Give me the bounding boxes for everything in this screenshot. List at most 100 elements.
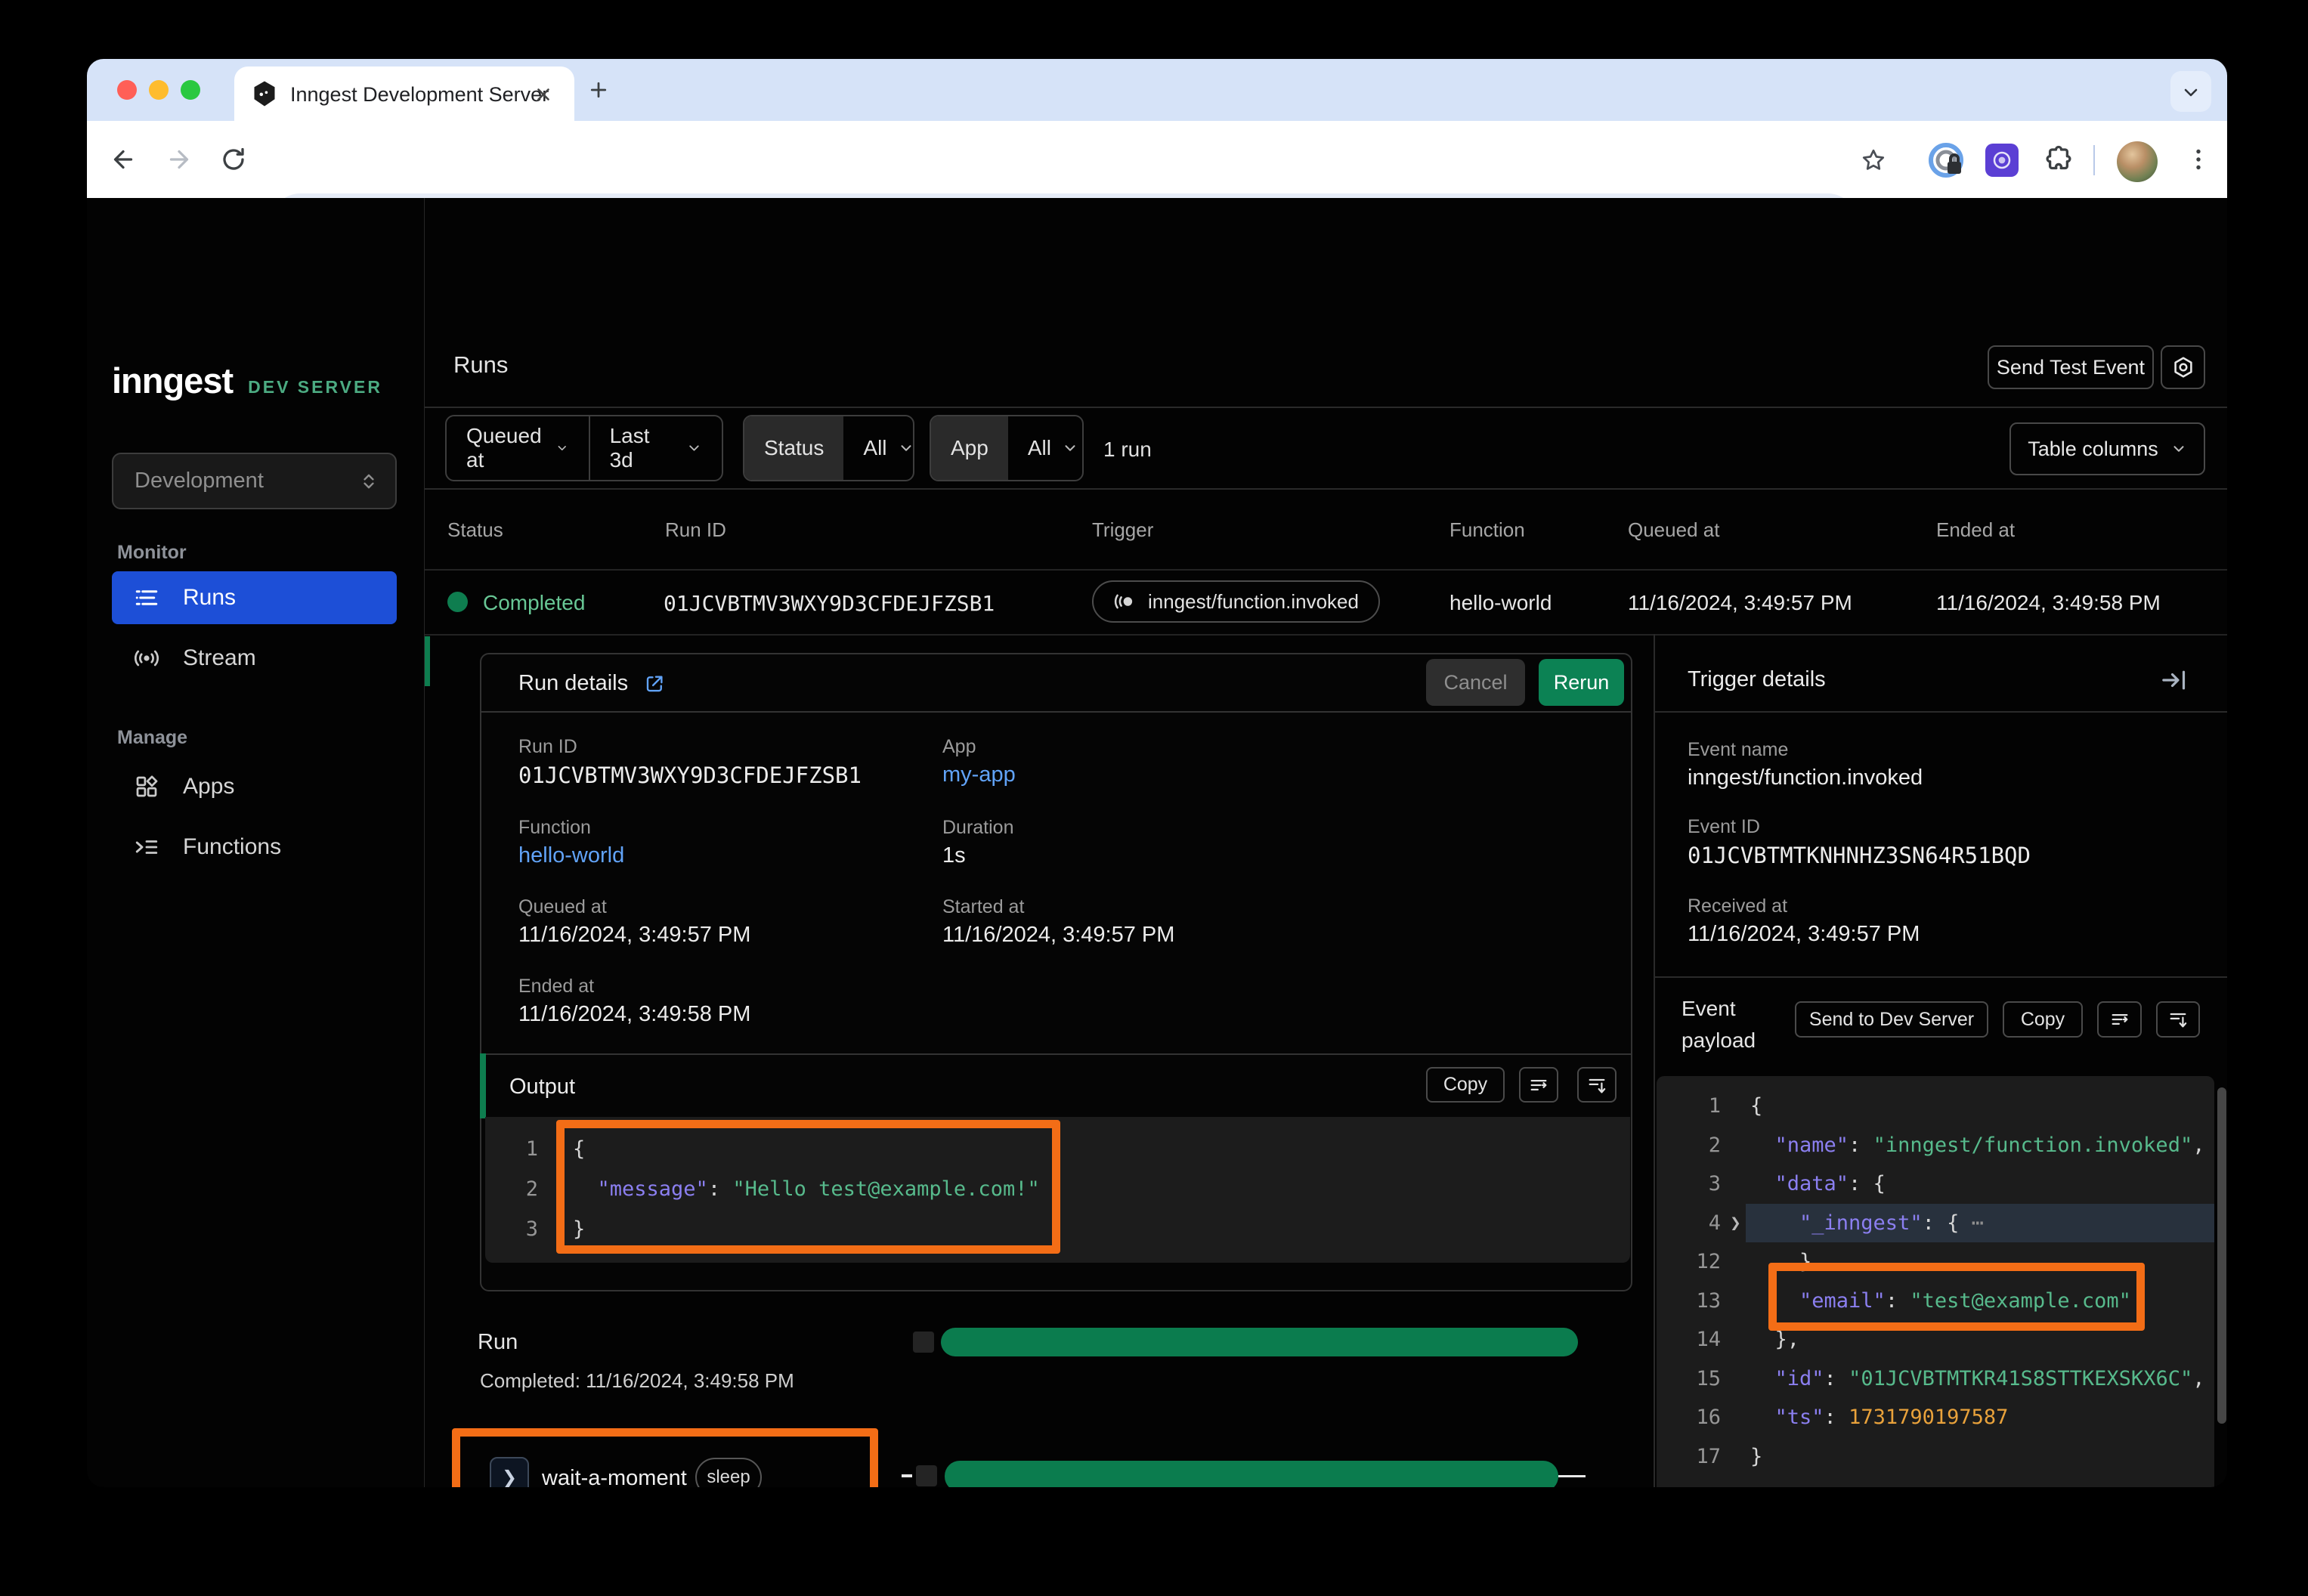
send-test-event-label: Send Test Event: [1997, 356, 2145, 379]
code-line: 16 "ts": 1731790197587: [1657, 1398, 2214, 1437]
dev-server-badge: DEV SERVER: [248, 377, 382, 397]
time-field-dropdown[interactable]: Queued at: [447, 416, 589, 480]
app-filter-value-cell[interactable]: All: [1008, 416, 1084, 480]
trigger-pill[interactable]: inngest/function.invoked: [1092, 580, 1380, 623]
extensions-puzzle-icon[interactable]: [2043, 144, 2074, 176]
tab-search-button[interactable]: [2170, 71, 2211, 112]
rerun-button[interactable]: Rerun: [1539, 659, 1624, 706]
time-field-filter[interactable]: Queued at Last 3d: [445, 415, 723, 481]
table-row[interactable]: Completed 01JCVBTMV3WXY9D3CFDEJFZSB1 inn…: [425, 570, 2227, 634]
step-bar-end-tick: [1558, 1475, 1586, 1477]
close-tab-icon[interactable]: [534, 85, 553, 104]
sidebar-item-stream[interactable]: Stream: [112, 632, 397, 685]
rerun-label: Rerun: [1554, 671, 1610, 694]
step-kind-label: sleep: [707, 1467, 750, 1487]
copy-output-button[interactable]: Copy: [1426, 1067, 1505, 1103]
app-filter[interactable]: App All: [930, 415, 1084, 481]
sidebar-item-runs[interactable]: Runs: [112, 571, 397, 624]
new-tab-icon[interactable]: [587, 79, 610, 101]
runs-icon: [133, 584, 160, 611]
code-token: "message": [573, 1177, 708, 1201]
avatar[interactable]: [2117, 141, 2158, 182]
send-test-event-button[interactable]: Send Test Event: [1988, 345, 2154, 389]
code-line: 12 },: [1657, 1242, 2214, 1282]
traffic-minimize-button[interactable]: [149, 80, 169, 100]
chevron-down-icon: [2170, 441, 2187, 457]
sidebar-item-functions[interactable]: Functions: [112, 821, 397, 874]
password-manager-icon[interactable]: [1928, 142, 1964, 178]
app-filter-label: App: [951, 436, 988, 460]
browser-tab[interactable]: Inngest Development Server: [234, 66, 574, 121]
table-columns-button[interactable]: Table columns: [2009, 422, 2205, 475]
code-token: },: [1750, 1250, 1824, 1273]
function-link[interactable]: hello-world: [518, 843, 624, 868]
column-header-queued-at[interactable]: Queued at: [1628, 518, 1719, 542]
step-bar-start-tick: [902, 1474, 912, 1477]
reload-icon[interactable]: [220, 146, 247, 173]
code-token: :: [1849, 1172, 1873, 1195]
settings-button[interactable]: [2161, 345, 2205, 389]
send-to-dev-server-button[interactable]: Send to Dev Server: [1795, 1001, 1988, 1038]
sidebar-item-label: Stream: [183, 645, 256, 671]
external-link-icon[interactable]: [643, 673, 666, 695]
code-content: }: [1750, 1445, 1762, 1468]
collapse-panel-icon[interactable]: [2159, 665, 2189, 695]
column-header-status[interactable]: Status: [447, 518, 503, 542]
chevron-down-icon: [2181, 83, 2201, 101]
chevron-down-icon: [686, 440, 702, 456]
code-token: "test@example.com": [1910, 1289, 2131, 1313]
app-link[interactable]: my-app: [942, 762, 1016, 787]
column-header-ended-at[interactable]: Ended at: [1936, 518, 2015, 542]
manage-section-label: Manage: [117, 727, 187, 749]
payload-scrollbar-thumb[interactable]: [2217, 1087, 2226, 1424]
expand-step-button[interactable]: ❯: [490, 1457, 529, 1487]
wrap-text-button[interactable]: [1519, 1067, 1558, 1103]
environment-select-value: Development: [135, 469, 359, 493]
browser-menu-icon[interactable]: [2185, 146, 2212, 173]
traffic-close-button[interactable]: [117, 80, 137, 100]
extension-icon[interactable]: [1985, 144, 2019, 177]
fold-arrow-icon[interactable]: ❯: [1721, 1212, 1750, 1233]
environment-select[interactable]: Development: [112, 453, 397, 509]
code-content: "name": "inngest/function.invoked",: [1750, 1134, 2204, 1157]
step-name: wait-a-moment: [542, 1466, 687, 1487]
status-filter[interactable]: Status All: [743, 415, 914, 481]
code-content: "message": "Hello test@example.com!": [573, 1177, 1040, 1201]
header-divider: [425, 407, 2227, 408]
row-divider: [425, 634, 2227, 636]
forward-icon[interactable]: [166, 146, 193, 173]
code-line: 4❯ "_inngest": { ⋯: [1657, 1204, 2214, 1243]
collapse-output-button[interactable]: [1577, 1067, 1617, 1103]
collapse-payload-button[interactable]: [2156, 1001, 2200, 1038]
code-token: }: [573, 1217, 585, 1241]
page-title: Runs: [453, 351, 508, 379]
code-token: :: [1824, 1367, 1849, 1390]
cancel-button[interactable]: Cancel: [1426, 659, 1525, 706]
bookmark-star-icon[interactable]: [1860, 147, 1887, 174]
code-token: "inngest/function.invoked": [1873, 1134, 2193, 1157]
run-bar-queue-segment: [913, 1332, 934, 1353]
code-token: "_inngest": [1750, 1211, 1923, 1235]
event-payload-title-line1: Event: [1681, 993, 1756, 1025]
copy-payload-button[interactable]: Copy: [2003, 1001, 2083, 1038]
monitor-section-label: Monitor: [117, 542, 187, 564]
duration-value: 1s: [942, 843, 966, 868]
code-token: "ts": [1750, 1406, 1824, 1429]
back-icon[interactable]: [110, 146, 137, 173]
run-bar[interactable]: [941, 1328, 1578, 1356]
column-header-function[interactable]: Function: [1449, 518, 1525, 542]
status-filter-value-cell[interactable]: All: [843, 416, 914, 480]
send-to-dev-server-label: Send to Dev Server: [1809, 1009, 1974, 1031]
column-header-run-id[interactable]: Run ID: [665, 518, 726, 542]
sidebar-item-apps[interactable]: Apps: [112, 760, 397, 813]
gear-icon: [2171, 355, 2195, 379]
sidebar-item-label: Runs: [183, 585, 236, 611]
function-label: Function: [518, 817, 591, 839]
step-bar[interactable]: [945, 1461, 1558, 1487]
traffic-zoom-button[interactable]: [181, 80, 200, 100]
queued-at-label: Queued at: [518, 896, 607, 918]
wrap-text-icon: [1528, 1075, 1549, 1096]
time-range-dropdown[interactable]: Last 3d: [590, 416, 722, 480]
column-header-trigger[interactable]: Trigger: [1092, 518, 1153, 542]
wrap-payload-button[interactable]: [2097, 1001, 2142, 1038]
